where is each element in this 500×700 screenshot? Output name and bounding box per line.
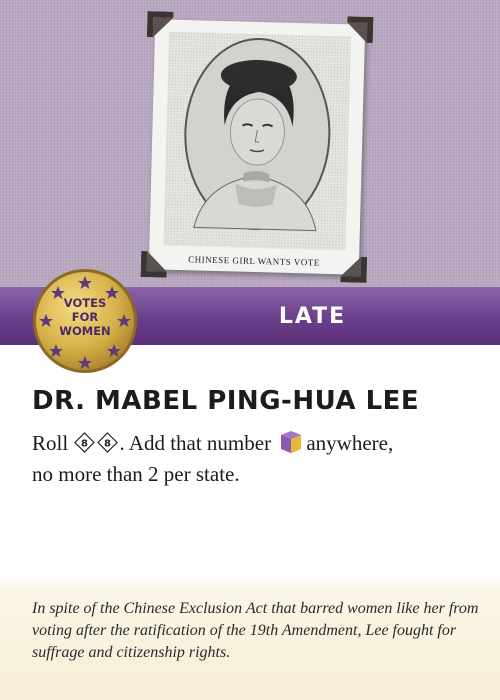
card-title: DR. MABEL PING-HUA LEE xyxy=(32,386,420,416)
portrait-image xyxy=(163,31,351,251)
votes-for-women-badge-icon: VOTES FOR WOMEN xyxy=(30,266,140,376)
event-card[interactable]: CHINESE GIRL WANTS VOTE LATE VOTES FOR W… xyxy=(0,0,500,700)
rules-line2: no more than 2 per state. xyxy=(32,462,240,486)
rules-end: anywhere, xyxy=(306,431,394,455)
photo-corner-icon xyxy=(140,251,167,278)
rules-roll: Roll xyxy=(32,431,69,455)
historical-photo: CHINESE GIRL WANTS VOTE xyxy=(140,11,374,283)
flavor-text: In spite of the Chinese Exclusion Act th… xyxy=(32,600,479,661)
d8-die-icon: 8 xyxy=(74,431,96,453)
badge-line-women: WOMEN xyxy=(59,324,111,338)
cube-token-icon xyxy=(280,430,302,454)
badge-line-for: FOR xyxy=(71,310,99,324)
photo-corner-icon xyxy=(347,16,374,43)
die1-value: 8 xyxy=(81,439,88,450)
die2-value: 8 xyxy=(104,439,111,450)
badge-line-votes: VOTES xyxy=(63,296,107,310)
badge-text: VOTES FOR WOMEN xyxy=(30,296,140,338)
era-label: LATE xyxy=(278,303,347,329)
d8-die-icon: 8 xyxy=(97,431,119,453)
photo-corner-icon xyxy=(146,11,174,38)
photo-corner-icon xyxy=(340,256,368,283)
photo-caption: CHINESE GIRL WANTS VOTE xyxy=(188,254,320,268)
portrait-illustration xyxy=(163,31,351,251)
rules-text: Roll 8 8 . Add that number anywhere, no … xyxy=(32,428,472,490)
rules-mid: . Add that number xyxy=(119,431,272,455)
